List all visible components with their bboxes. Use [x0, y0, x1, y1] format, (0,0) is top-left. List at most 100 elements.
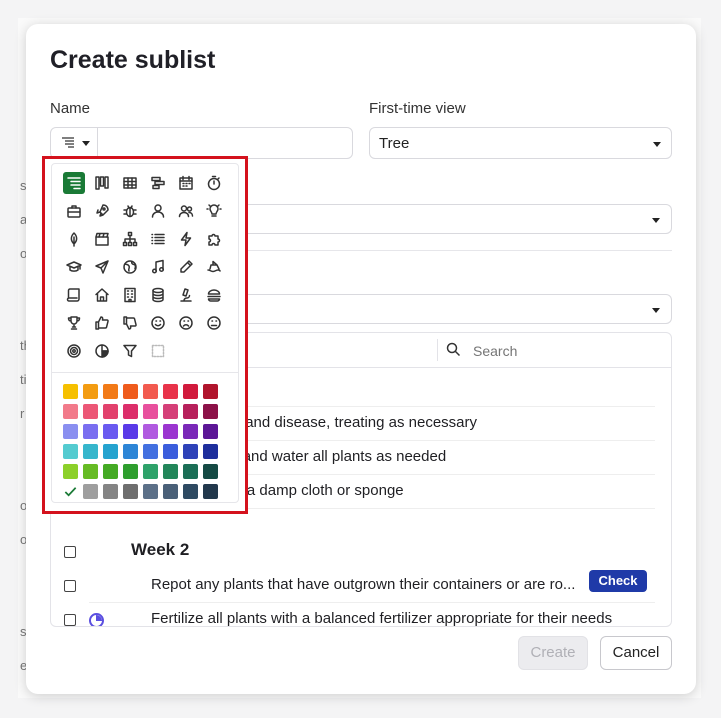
- color-swatch[interactable]: [83, 384, 98, 399]
- color-swatch[interactable]: [163, 424, 178, 439]
- task-checkbox[interactable]: [64, 614, 76, 626]
- frown-icon[interactable]: [175, 312, 197, 334]
- globe-icon[interactable]: [119, 256, 141, 278]
- color-swatch[interactable]: [163, 444, 178, 459]
- color-swatch[interactable]: [163, 404, 178, 419]
- color-swatch[interactable]: [103, 384, 118, 399]
- week-checkbox[interactable]: [64, 546, 76, 558]
- table-row[interactable]: Fertilize all plants with a balanced fer…: [51, 603, 671, 626]
- color-swatch[interactable]: [163, 484, 178, 499]
- color-swatch[interactable]: [63, 404, 78, 419]
- color-swatch[interactable]: [123, 404, 138, 419]
- stopwatch-icon[interactable]: [203, 172, 225, 194]
- music-note-icon[interactable]: [147, 256, 169, 278]
- smile-icon[interactable]: [147, 312, 169, 334]
- hierarchy-icon[interactable]: [119, 228, 141, 250]
- trophy-icon[interactable]: [63, 312, 85, 334]
- color-swatch[interactable]: [143, 484, 158, 499]
- check-button[interactable]: Check: [589, 570, 647, 592]
- board-icon[interactable]: [91, 172, 113, 194]
- pencil-icon[interactable]: [175, 256, 197, 278]
- color-swatch[interactable]: [123, 464, 138, 479]
- tree-list-icon[interactable]: [63, 172, 85, 194]
- leaf-icon[interactable]: [63, 228, 85, 250]
- first-time-view-select[interactable]: Tree: [369, 127, 672, 159]
- color-swatch[interactable]: [143, 464, 158, 479]
- table-row[interactable]: Repot any plants that have outgrown thei…: [51, 569, 671, 603]
- neutral-face-icon[interactable]: [203, 312, 225, 334]
- empty-icon[interactable]: [147, 340, 169, 362]
- filter-icon[interactable]: [119, 340, 141, 362]
- rocket-icon[interactable]: [91, 200, 113, 222]
- color-swatch[interactable]: [143, 424, 158, 439]
- color-swatch[interactable]: [103, 464, 118, 479]
- puzzle-icon[interactable]: [203, 228, 225, 250]
- color-swatch[interactable]: [203, 424, 218, 439]
- paper-plane-icon[interactable]: [91, 256, 113, 278]
- color-swatch[interactable]: [183, 444, 198, 459]
- color-swatch[interactable]: [83, 484, 98, 499]
- task-checkbox[interactable]: [64, 580, 76, 592]
- color-swatch[interactable]: [163, 464, 178, 479]
- selected-color-swatch[interactable]: [63, 484, 78, 499]
- lightning-icon[interactable]: [175, 228, 197, 250]
- color-swatch[interactable]: [203, 484, 218, 499]
- color-swatch[interactable]: [143, 384, 158, 399]
- color-swatch[interactable]: [203, 464, 218, 479]
- color-swatch[interactable]: [203, 444, 218, 459]
- users-icon[interactable]: [175, 200, 197, 222]
- color-swatch[interactable]: [183, 484, 198, 499]
- color-swatch[interactable]: [83, 464, 98, 479]
- color-swatch[interactable]: [203, 384, 218, 399]
- color-swatch[interactable]: [103, 444, 118, 459]
- cancel-button[interactable]: Cancel: [600, 636, 672, 670]
- briefcase-icon[interactable]: [63, 200, 85, 222]
- icon-dropdown-button[interactable]: [51, 128, 98, 158]
- scroll-icon[interactable]: [63, 284, 85, 306]
- gantt-icon[interactable]: [147, 172, 169, 194]
- color-swatch[interactable]: [163, 384, 178, 399]
- color-swatch[interactable]: [123, 444, 138, 459]
- color-swatch[interactable]: [183, 404, 198, 419]
- thumbs-down-icon[interactable]: [119, 312, 141, 334]
- name-input[interactable]: [99, 130, 348, 158]
- create-button[interactable]: Create: [518, 636, 588, 670]
- house-icon[interactable]: [91, 284, 113, 306]
- week-2-row[interactable]: Week 2: [51, 535, 671, 569]
- color-swatch[interactable]: [63, 464, 78, 479]
- burger-icon[interactable]: [203, 284, 225, 306]
- color-swatch[interactable]: [103, 404, 118, 419]
- color-swatch[interactable]: [143, 444, 158, 459]
- color-swatch[interactable]: [183, 464, 198, 479]
- building-icon[interactable]: [119, 284, 141, 306]
- color-swatch[interactable]: [63, 444, 78, 459]
- calendar-icon[interactable]: [175, 172, 197, 194]
- thumbs-up-icon[interactable]: [91, 312, 113, 334]
- list-icon[interactable]: [147, 228, 169, 250]
- user-icon[interactable]: [147, 200, 169, 222]
- microscope-icon[interactable]: [175, 284, 197, 306]
- color-swatch[interactable]: [123, 424, 138, 439]
- color-swatch[interactable]: [183, 424, 198, 439]
- graduation-cap-icon[interactable]: [63, 256, 85, 278]
- pie-chart-icon[interactable]: [91, 340, 113, 362]
- target-icon[interactable]: [63, 340, 85, 362]
- color-swatch[interactable]: [63, 424, 78, 439]
- color-swatch[interactable]: [83, 424, 98, 439]
- color-swatch[interactable]: [203, 404, 218, 419]
- bug-icon[interactable]: [119, 200, 141, 222]
- database-icon[interactable]: [147, 284, 169, 306]
- color-swatch[interactable]: [123, 384, 138, 399]
- search-input[interactable]: [471, 338, 655, 364]
- color-swatch[interactable]: [123, 484, 138, 499]
- color-swatch[interactable]: [103, 484, 118, 499]
- table-icon[interactable]: [119, 172, 141, 194]
- lightbulb-icon[interactable]: [203, 200, 225, 222]
- color-swatch[interactable]: [103, 424, 118, 439]
- color-swatch[interactable]: [183, 384, 198, 399]
- color-swatch[interactable]: [83, 404, 98, 419]
- color-swatch[interactable]: [63, 384, 78, 399]
- color-swatch[interactable]: [143, 404, 158, 419]
- clapperboard-icon[interactable]: [91, 228, 113, 250]
- color-swatch[interactable]: [83, 444, 98, 459]
